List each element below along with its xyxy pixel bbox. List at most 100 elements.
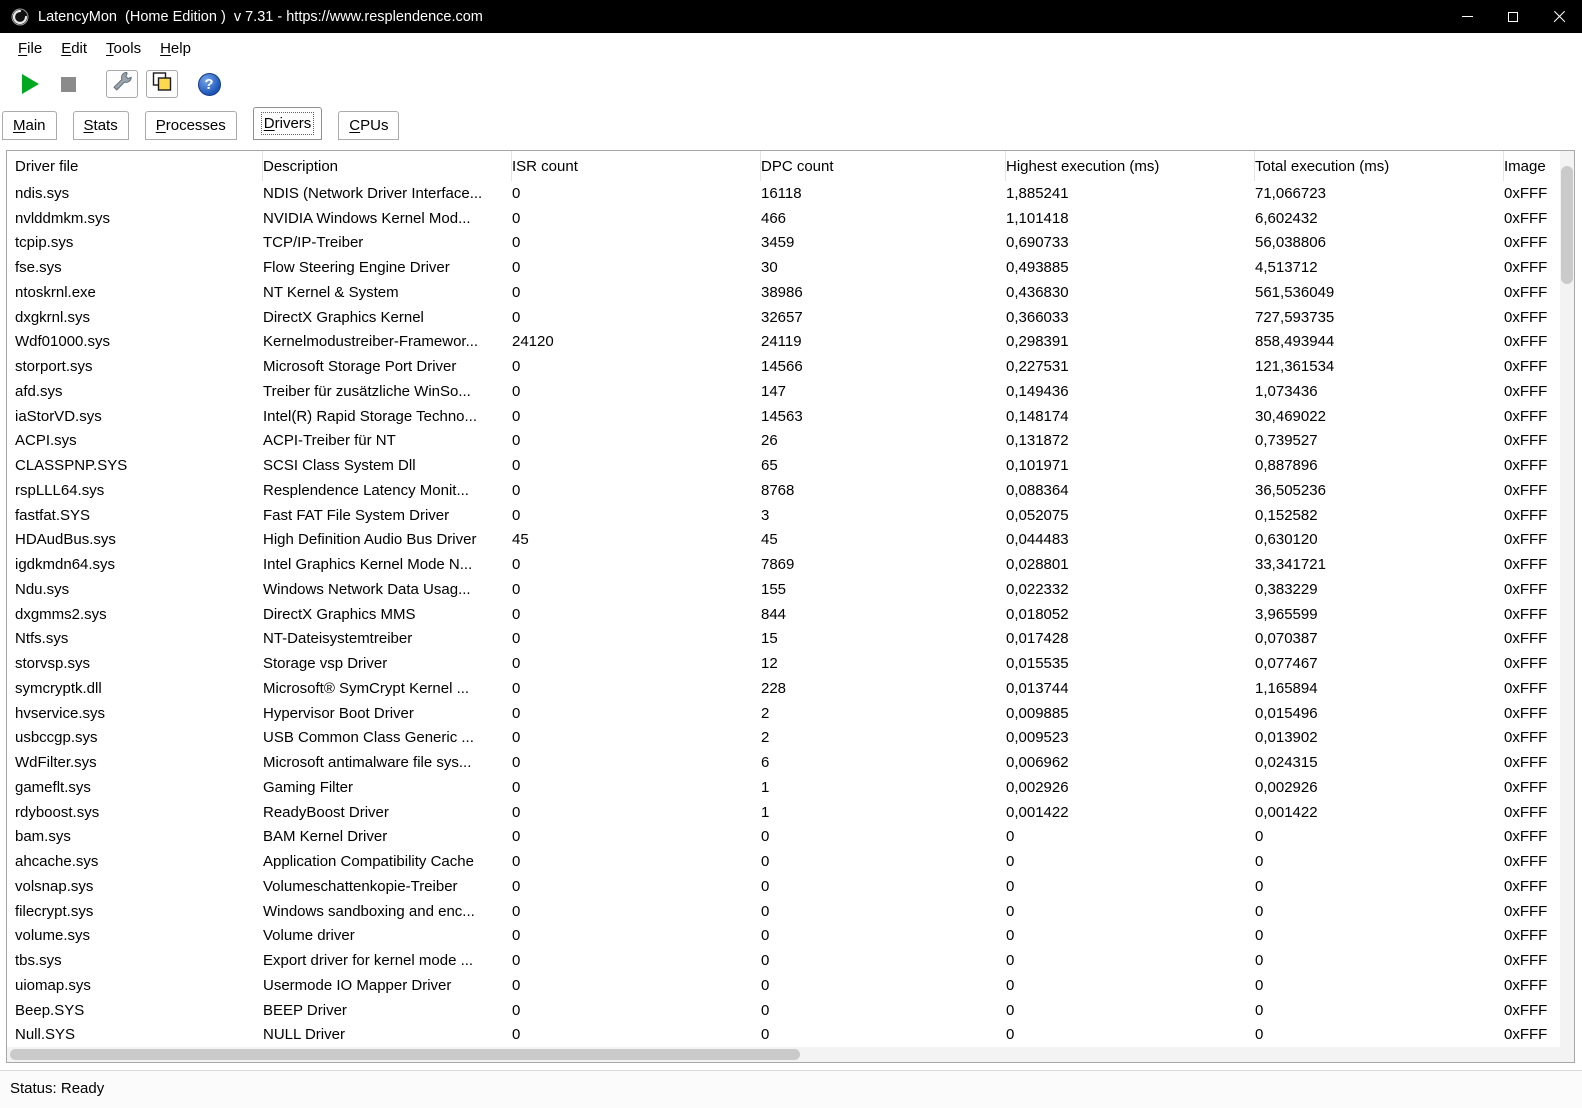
menu-item-help[interactable]: Help <box>151 36 200 61</box>
column-header-total-execution-ms-[interactable]: Total execution (ms) <box>1255 151 1504 181</box>
table-row[interactable]: dxgmms2.sysDirectX Graphics MMS08440,018… <box>7 602 1574 627</box>
table-cell: 0xFFF <box>1504 754 1564 771</box>
tab-processes[interactable]: Processes <box>145 111 237 140</box>
table-cell: Wdf01000.sys <box>15 333 263 350</box>
table-row[interactable]: fastfat.SYSFast FAT File System Driver03… <box>7 503 1574 528</box>
table-row[interactable]: ahcache.sysApplication Compatibility Cac… <box>7 849 1574 874</box>
table-cell: 0 <box>512 630 761 647</box>
table-row[interactable]: igdkmdn64.sysIntel Graphics Kernel Mode … <box>7 552 1574 577</box>
table-row[interactable]: Ntfs.sysNT-Dateisystemtreiber0150,017428… <box>7 627 1574 652</box>
table-cell: Application Compatibility Cache <box>263 853 512 870</box>
column-header-driver-file[interactable]: Driver file <box>15 151 263 181</box>
start-monitor-button[interactable] <box>12 69 48 99</box>
table-row[interactable]: ndis.sysNDIS (Network Driver Interface..… <box>7 181 1574 206</box>
table-row[interactable]: gameflt.sysGaming Filter010,0029260,0029… <box>7 775 1574 800</box>
table-cell: dxgkrnl.sys <box>15 309 263 326</box>
table-row[interactable]: afd.sysTreiber für zusätzliche WinSo...0… <box>7 379 1574 404</box>
toolbar: ? <box>0 63 1582 105</box>
horizontal-scrollbar[interactable] <box>7 1047 1560 1062</box>
table-cell: filecrypt.sys <box>15 903 263 920</box>
vertical-scrollbar[interactable] <box>1560 151 1574 1047</box>
table-cell: NT Kernel & System <box>263 284 512 301</box>
table-cell: 0xFFF <box>1504 952 1564 969</box>
table-cell: Microsoft® SymCrypt Kernel ... <box>263 680 512 697</box>
table-cell: 0,018052 <box>1006 606 1255 623</box>
help-button[interactable]: ? <box>194 69 224 99</box>
close-button[interactable] <box>1536 0 1582 33</box>
table-row[interactable]: storport.sysMicrosoft Storage Port Drive… <box>7 354 1574 379</box>
menu-item-file[interactable]: File <box>9 36 51 61</box>
tab-cpus[interactable]: CPUs <box>338 111 399 140</box>
column-header-dpc-count[interactable]: DPC count <box>761 151 1006 181</box>
stop-monitor-button[interactable] <box>50 69 86 99</box>
table-row[interactable]: HDAudBus.sysHigh Definition Audio Bus Dr… <box>7 528 1574 553</box>
column-header-description[interactable]: Description <box>263 151 512 181</box>
table-cell: hvservice.sys <box>15 705 263 722</box>
menu-item-tools[interactable]: Tools <box>97 36 150 61</box>
table-row[interactable]: Beep.SYSBEEP Driver00000xFFF <box>7 998 1574 1023</box>
table-cell: 6 <box>761 754 1006 771</box>
table-row[interactable]: tcpip.sysTCP/IP-Treiber034590,69073356,0… <box>7 231 1574 256</box>
table-cell: 0 <box>512 779 761 796</box>
table-cell: 0 <box>512 457 761 474</box>
table-row[interactable]: Null.SYSNULL Driver00000xFFF <box>7 1023 1574 1048</box>
column-header-image[interactable]: Image <box>1504 151 1564 181</box>
maximize-button[interactable] <box>1490 0 1536 33</box>
table-row[interactable]: iaStorVD.sysIntel(R) Rapid Storage Techn… <box>7 404 1574 429</box>
table-cell: 0 <box>512 284 761 301</box>
table-cell: 0xFFF <box>1504 581 1564 598</box>
copy-report-button[interactable] <box>146 70 178 98</box>
table-row[interactable]: tbs.sysExport driver for kernel mode ...… <box>7 948 1574 973</box>
table-cell: 147 <box>761 383 1006 400</box>
table-cell: 0 <box>1255 977 1504 994</box>
table-cell: 0,052075 <box>1006 507 1255 524</box>
table-row[interactable]: ACPI.sysACPI-Treiber für NT0260,1318720,… <box>7 429 1574 454</box>
table-row[interactable]: ntoskrnl.exeNT Kernel & System0389860,43… <box>7 280 1574 305</box>
table-cell: TCP/IP-Treiber <box>263 234 512 251</box>
table-cell: 0 <box>1255 1002 1504 1019</box>
table-row[interactable]: dxgkrnl.sysDirectX Graphics Kernel032657… <box>7 305 1574 330</box>
tab-stats[interactable]: Stats <box>73 111 129 140</box>
tab-main[interactable]: Main <box>2 111 57 140</box>
vertical-scrollbar-thumb[interactable] <box>1561 166 1573 284</box>
menu-item-edit[interactable]: Edit <box>52 36 96 61</box>
table-row[interactable]: bam.sysBAM Kernel Driver00000xFFF <box>7 825 1574 850</box>
table-cell: 14563 <box>761 408 1006 425</box>
table-cell: Null.SYS <box>15 1026 263 1043</box>
wrench-icon <box>110 70 134 99</box>
table-cell: 2 <box>761 729 1006 746</box>
table-cell: ACPI-Treiber für NT <box>263 432 512 449</box>
table-row[interactable]: volume.sysVolume driver00000xFFF <box>7 924 1574 949</box>
table-cell: 1,073436 <box>1255 383 1504 400</box>
table-cell: Export driver for kernel mode ... <box>263 952 512 969</box>
table-row[interactable]: uiomap.sysUsermode IO Mapper Driver00000… <box>7 973 1574 998</box>
table-row[interactable]: usbccgp.sysUSB Common Class Generic ...0… <box>7 726 1574 751</box>
table-cell: BEEP Driver <box>263 1002 512 1019</box>
table-cell: 0xFFF <box>1504 383 1564 400</box>
table-cell: 0 <box>512 655 761 672</box>
table-row[interactable]: rspLLL64.sysResplendence Latency Monit..… <box>7 478 1574 503</box>
table-row[interactable]: filecrypt.sysWindows sandboxing and enc.… <box>7 899 1574 924</box>
table-row[interactable]: storvsp.sysStorage vsp Driver0120,015535… <box>7 651 1574 676</box>
table-row[interactable]: rdyboost.sysReadyBoost Driver010,0014220… <box>7 800 1574 825</box>
minimize-button[interactable] <box>1444 0 1490 33</box>
table-row[interactable]: fse.sysFlow Steering Engine Driver0300,4… <box>7 255 1574 280</box>
table-cell: 0xFFF <box>1504 259 1564 276</box>
horizontal-scrollbar-thumb[interactable] <box>10 1049 800 1060</box>
table-row[interactable]: nvlddmkm.sysNVIDIA Windows Kernel Mod...… <box>7 206 1574 231</box>
table-cell: 0 <box>1255 903 1504 920</box>
table-row[interactable]: Wdf01000.sysKernelmodustreiber-Framewor.… <box>7 330 1574 355</box>
table-cell: 0,298391 <box>1006 333 1255 350</box>
table-row[interactable]: Ndu.sysWindows Network Data Usag...01550… <box>7 577 1574 602</box>
table-row[interactable]: symcryptk.dllMicrosoft® SymCrypt Kernel … <box>7 676 1574 701</box>
table-cell: 466 <box>761 210 1006 227</box>
tab-drivers[interactable]: Drivers <box>253 107 323 140</box>
table-row[interactable]: volsnap.sysVolumeschattenkopie-Treiber00… <box>7 874 1574 899</box>
table-row[interactable]: hvservice.sysHypervisor Boot Driver020,0… <box>7 701 1574 726</box>
options-button[interactable] <box>106 70 138 98</box>
table-cell: tcpip.sys <box>15 234 263 251</box>
column-header-highest-execution-ms-[interactable]: Highest execution (ms) <box>1006 151 1255 181</box>
column-header-isr-count[interactable]: ISR count <box>512 151 761 181</box>
table-row[interactable]: WdFilter.sysMicrosoft antimalware file s… <box>7 750 1574 775</box>
table-row[interactable]: CLASSPNP.SYSSCSI Class System Dll0650,10… <box>7 453 1574 478</box>
